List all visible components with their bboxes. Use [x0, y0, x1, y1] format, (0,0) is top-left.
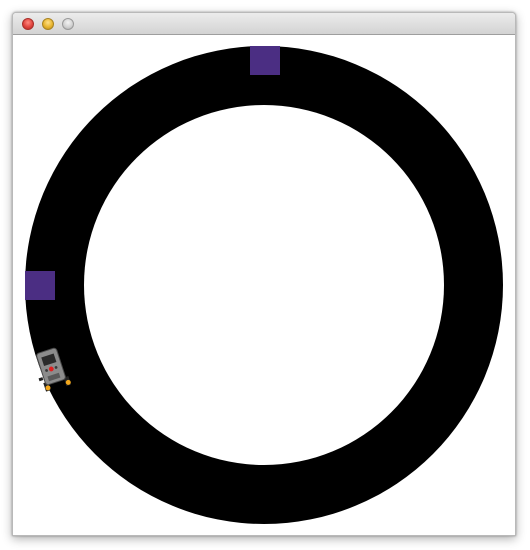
simulation-canvas — [13, 35, 515, 535]
track-marker-top — [250, 46, 280, 75]
track-inner-area — [84, 105, 444, 465]
track-scene — [25, 46, 503, 524]
minimize-button[interactable] — [42, 18, 54, 30]
app-window — [12, 12, 516, 536]
track-marker-left — [25, 271, 55, 300]
robot-cable — [38, 377, 44, 382]
zoom-button[interactable] — [62, 18, 74, 30]
close-button[interactable] — [22, 18, 34, 30]
title-bar[interactable] — [13, 13, 515, 35]
